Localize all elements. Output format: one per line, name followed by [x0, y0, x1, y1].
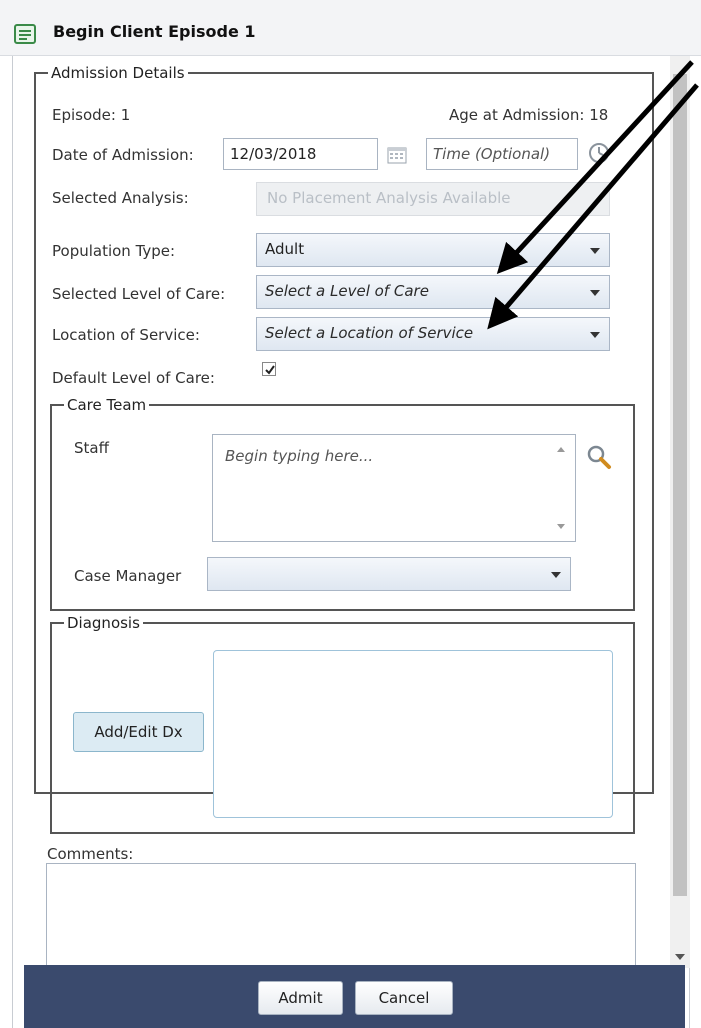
- magnifier-icon[interactable]: [586, 444, 612, 470]
- staff-placeholder: Begin typing here...: [225, 447, 374, 465]
- staff-label: Staff: [74, 439, 109, 457]
- scroll-down-icon[interactable]: [557, 524, 565, 529]
- comments-input[interactable]: [46, 863, 636, 973]
- scroll-down-icon[interactable]: [675, 954, 685, 960]
- clock-icon[interactable]: [588, 142, 610, 164]
- scroll-up-icon[interactable]: [557, 447, 565, 452]
- admit-button[interactable]: Admit: [258, 981, 343, 1015]
- default-level-of-care-label: Default Level of Care:: [52, 369, 215, 387]
- selected-analysis-label: Selected Analysis:: [52, 189, 189, 207]
- scrollbar-thumb[interactable]: [673, 74, 687, 896]
- dialog-title: Begin Client Episode 1: [53, 22, 256, 41]
- chevron-down-icon[interactable]: [590, 332, 600, 338]
- date-of-admission-input[interactable]: 12/03/2018: [223, 138, 378, 170]
- selected-analysis-field: No Placement Analysis Available: [256, 182, 610, 216]
- chevron-down-icon[interactable]: [590, 248, 600, 254]
- location-of-service-select[interactable]: Select a Location of Service: [256, 317, 610, 351]
- population-type-value: Adult: [265, 240, 305, 258]
- form-icon: [14, 24, 36, 44]
- admission-details-legend: Admission Details: [51, 64, 185, 82]
- date-of-admission-label: Date of Admission:: [52, 146, 194, 164]
- level-of-care-select[interactable]: Select a Level of Care: [256, 275, 610, 309]
- diagnosis-legend: Diagnosis: [67, 614, 140, 632]
- add-edit-dx-button[interactable]: Add/Edit Dx: [73, 712, 204, 752]
- age-at-admission: Age at Admission: 18: [449, 106, 609, 124]
- chevron-down-icon[interactable]: [551, 572, 561, 578]
- dialog-titlebar: Begin Client Episode 1: [0, 0, 701, 56]
- level-of-care-value: Select a Level of Care: [265, 282, 429, 300]
- location-of-service-value: Select a Location of Service: [265, 324, 474, 342]
- care-team-legend: Care Team: [67, 396, 147, 414]
- calendar-icon[interactable]: [387, 146, 407, 164]
- comments-label: Comments:: [47, 845, 134, 863]
- population-type-select[interactable]: Adult: [256, 233, 610, 267]
- checkmark-icon: [265, 365, 275, 375]
- time-input[interactable]: Time (Optional): [426, 138, 578, 170]
- staff-input[interactable]: Begin typing here...: [212, 434, 576, 542]
- diagnosis-list[interactable]: [213, 650, 613, 818]
- case-manager-select[interactable]: [207, 557, 571, 591]
- location-of-service-label: Location of Service:: [52, 326, 200, 344]
- episode-label: Episode: 1: [52, 106, 131, 124]
- case-manager-label: Case Manager: [74, 567, 182, 585]
- level-of-care-label: Selected Level of Care:: [52, 285, 226, 303]
- dialog-footer: Admit Cancel: [24, 965, 685, 1028]
- population-type-label: Population Type:: [52, 242, 176, 260]
- chevron-down-icon[interactable]: [590, 290, 600, 296]
- vertical-scrollbar[interactable]: [670, 56, 690, 968]
- cancel-button[interactable]: Cancel: [355, 981, 453, 1015]
- default-level-of-care-checkbox[interactable]: [262, 362, 276, 376]
